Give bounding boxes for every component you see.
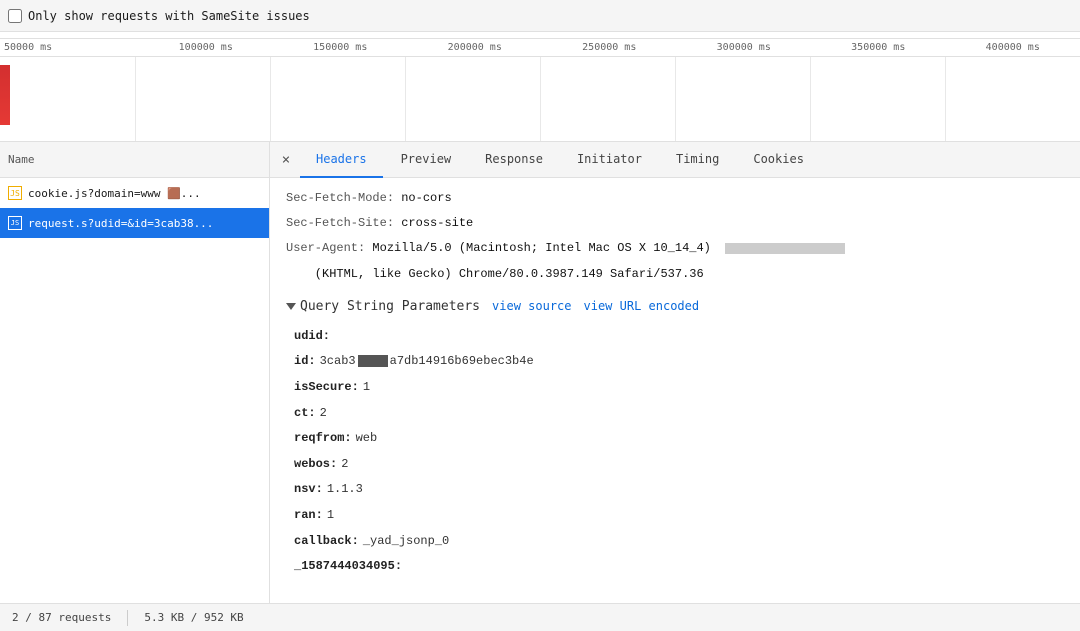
qs-toggle[interactable]: Query String Parameters (286, 299, 480, 314)
grid-line-6 (810, 57, 811, 141)
ruler-ms-label: 150000 ms (273, 42, 408, 53)
timeline-ruler (0, 32, 1080, 39)
left-panel: Name JS cookie.js?domain=www 🟫... JS req… (0, 142, 270, 603)
user-agent-value-cont: (KHTML, like Gecko) Chrome/80.0.3987.149… (286, 267, 704, 281)
tab-preview[interactable]: Preview (385, 142, 468, 178)
header-sec-fetch-mode: Sec-Fetch-Mode: no-cors (270, 186, 1080, 211)
user-agent-key: User-Agent: (286, 241, 365, 255)
param-key-id: id: (294, 351, 316, 373)
param-key-udid: udid: (294, 326, 330, 348)
redacted-block (358, 355, 388, 367)
query-string-section: Query String Parameters view source view… (270, 293, 1080, 584)
qs-header: Query String Parameters view source view… (270, 293, 1080, 320)
top-bar: Only show requests with SameSite issues (0, 0, 1080, 32)
js-icon-1: JS (8, 216, 22, 230)
header-user-agent-cont: (KHTML, like Gecko) Chrome/80.0.3987.149… (270, 262, 1080, 287)
file-name-0: cookie.js?domain=www 🟫... (28, 187, 201, 200)
param-key-reqfrom: reqfrom: (294, 428, 352, 450)
param-value-reqfrom: web (356, 428, 378, 450)
timeline-ruler-ms: 50000 ms100000 ms150000 ms200000 ms25000… (0, 39, 1080, 57)
param-callback: callback: _yad_jsonp_0 (294, 529, 1064, 555)
param-key-webos: webos: (294, 454, 337, 476)
tab-initiator[interactable]: Initiator (561, 142, 658, 178)
samesite-checkbox[interactable] (8, 9, 22, 23)
ruler-ms-label: 400000 ms (946, 42, 1080, 53)
status-divider (127, 610, 128, 626)
param-ran: ran: 1 (294, 503, 1064, 529)
content-area: Sec-Fetch-Mode: no-cors Sec-Fetch-Site: … (270, 178, 1080, 603)
param-udid: udid: (294, 324, 1064, 350)
ruler-ms-label: 100000 ms (139, 42, 274, 53)
param-key-timestamp: _1587444034095: (294, 556, 402, 578)
tab-headers[interactable]: Headers (300, 142, 383, 178)
grid-line-1 (135, 57, 136, 141)
param-key-ran: ran: (294, 505, 323, 527)
close-button[interactable]: × (274, 148, 298, 172)
qs-title: Query String Parameters (300, 299, 480, 314)
transfer-size: 5.3 KB / 952 KB (144, 611, 243, 624)
tabs-bar: × Headers Preview Response Initiator Tim… (270, 142, 1080, 178)
samesite-label: Only show requests with SameSite issues (28, 9, 310, 23)
view-url-encoded-link[interactable]: view URL encoded (584, 299, 700, 313)
param-ct: ct: 2 (294, 401, 1064, 427)
grid-line-2 (270, 57, 271, 141)
sec-fetch-site-key: Sec-Fetch-Site: (286, 216, 394, 230)
param-key-nsv: nsv: (294, 479, 323, 501)
ruler-ms-label: 50000 ms (0, 42, 139, 53)
ruler-ms-label: 200000 ms (408, 42, 543, 53)
tab-timing[interactable]: Timing (660, 142, 735, 178)
param-value-webos: 2 (341, 454, 348, 476)
param-value-ct: 2 (320, 403, 327, 425)
param-value-id: 3cab3 a7db14916b69ebec3b4e (320, 351, 534, 373)
grid-line-5 (675, 57, 676, 141)
timeline-bar (0, 65, 10, 125)
header-sec-fetch-site: Sec-Fetch-Site: cross-site (270, 211, 1080, 236)
param-nsv: nsv: 1.1.3 (294, 477, 1064, 503)
param-key-issecure: isSecure: (294, 377, 359, 399)
sec-fetch-mode-value: no-cors (401, 191, 451, 205)
timeline: 50000 ms100000 ms150000 ms200000 ms25000… (0, 32, 1080, 142)
ruler-ms-label: 300000 ms (677, 42, 812, 53)
panel-header-name: Name (8, 153, 35, 166)
param-issecure: isSecure: 1 (294, 375, 1064, 401)
sec-fetch-mode-key: Sec-Fetch-Mode: (286, 191, 394, 205)
triangle-icon[interactable] (286, 303, 296, 310)
panel-header: Name (0, 142, 269, 178)
main-area: Name JS cookie.js?domain=www 🟫... JS req… (0, 142, 1080, 603)
grid-line-3 (405, 57, 406, 141)
file-name-1: request.s?udid=&id=3cab38... (28, 217, 213, 230)
ruler-ms-label: 250000 ms (542, 42, 677, 53)
view-source-link[interactable]: view source (492, 299, 571, 313)
sec-fetch-site-value: cross-site (401, 216, 473, 230)
user-agent-value: Mozilla/5.0 (Macintosh; Intel Mac OS X 1… (372, 241, 845, 255)
file-item-1[interactable]: JS request.s?udid=&id=3cab38... (0, 208, 269, 238)
tab-response[interactable]: Response (469, 142, 559, 178)
tab-cookies[interactable]: Cookies (737, 142, 820, 178)
param-value-issecure: 1 (363, 377, 370, 399)
param-id: id: 3cab3 a7db14916b69ebec3b4e (294, 349, 1064, 375)
status-bar: 2 / 87 requests 5.3 KB / 952 KB (0, 603, 1080, 631)
header-user-agent: User-Agent: Mozilla/5.0 (Macintosh; Inte… (270, 236, 1080, 261)
param-key-ct: ct: (294, 403, 316, 425)
grid-line-7 (945, 57, 946, 141)
file-list: JS cookie.js?domain=www 🟫... JS request.… (0, 178, 269, 603)
right-panel: × Headers Preview Response Initiator Tim… (270, 142, 1080, 603)
param-value-nsv: 1.1.3 (327, 479, 363, 501)
param-webos: webos: 2 (294, 452, 1064, 478)
param-timestamp: _1587444034095: (294, 554, 1064, 580)
file-item-0[interactable]: JS cookie.js?domain=www 🟫... (0, 178, 269, 208)
param-key-callback: callback: (294, 531, 359, 553)
js-icon-0: JS (8, 186, 22, 200)
param-reqfrom: reqfrom: web (294, 426, 1064, 452)
param-value-ran: 1 (327, 505, 334, 527)
qs-params: udid: id: 3cab3 a7db14916b69ebec3b4e isS… (270, 320, 1080, 584)
param-value-callback: _yad_jsonp_0 (363, 531, 449, 553)
grid-line-4 (540, 57, 541, 141)
requests-count: 2 / 87 requests (12, 611, 111, 624)
timeline-content (0, 57, 1080, 141)
ruler-ms-label: 350000 ms (811, 42, 946, 53)
